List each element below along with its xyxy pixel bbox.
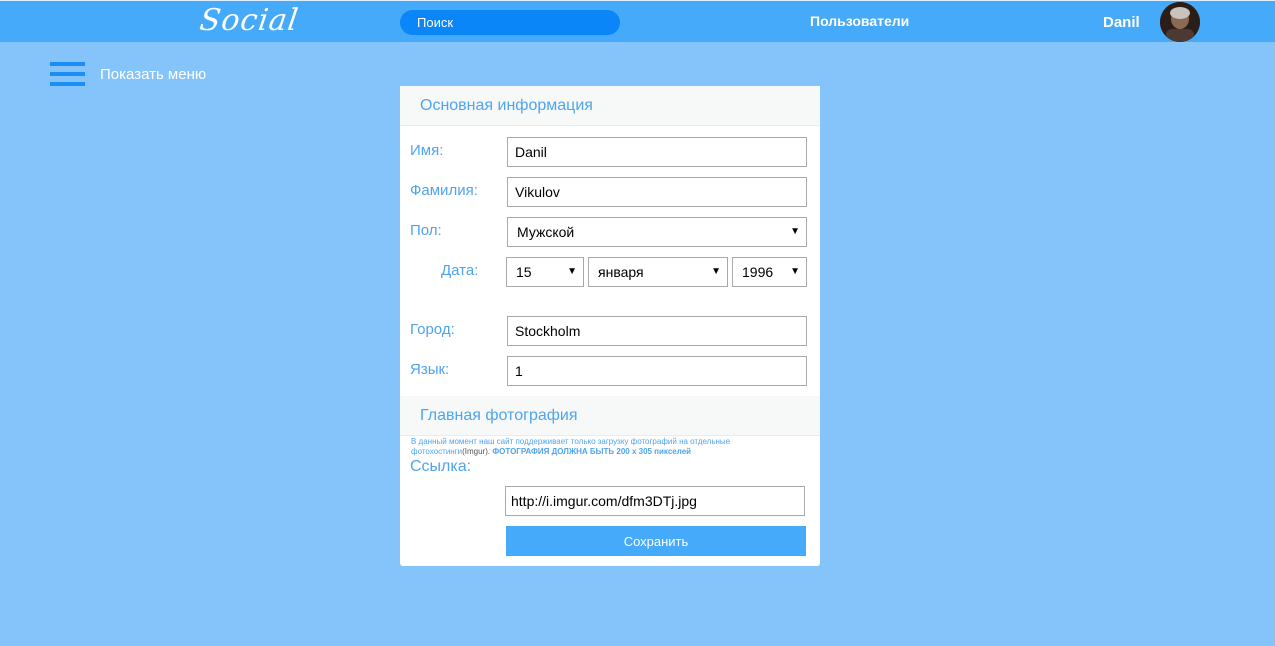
chevron-down-icon: ▼	[790, 266, 800, 277]
hamburger-icon[interactable]	[50, 61, 85, 87]
chevron-down-icon: ▼	[711, 266, 721, 277]
month-select[interactable]: января ▼	[588, 257, 728, 287]
photo-link-input[interactable]	[505, 486, 805, 516]
show-menu-label[interactable]: Показать меню	[100, 66, 206, 83]
logo[interactable]: Social	[198, 3, 301, 38]
photo-upload-note: В данный момент наш сайт поддерживает то…	[411, 437, 741, 457]
last-name-input[interactable]	[507, 177, 807, 207]
city-input[interactable]	[507, 316, 807, 346]
city-label: Город:	[410, 321, 455, 338]
top-navbar: Social Пользователи Danil	[0, 0, 1275, 42]
main-photo-header: Главная фотография	[400, 396, 820, 436]
avatar[interactable]	[1160, 2, 1200, 42]
link-label: Ссылка:	[410, 458, 472, 475]
day-select[interactable]: 15 ▼	[506, 257, 584, 287]
chevron-down-icon: ▼	[790, 226, 800, 237]
year-select[interactable]: 1996 ▼	[732, 257, 807, 287]
users-link[interactable]: Пользователи	[810, 13, 909, 29]
note-size-requirement: ФОТОГРАФИЯ ДОЛЖНА БЫТЬ 200 x 305 пикселе…	[492, 447, 692, 456]
profile-edit-card: Основная информация Имя: Фамилия: Пол: М…	[400, 86, 820, 566]
date-label: Дата:	[441, 262, 479, 279]
search-input[interactable]	[400, 10, 620, 35]
username[interactable]: Danil	[1103, 14, 1140, 31]
first-name-input[interactable]	[507, 137, 807, 167]
save-button[interactable]: Сохранить	[506, 526, 806, 556]
gender-select[interactable]: Мужской ▼	[507, 217, 807, 247]
gender-value: Мужской	[517, 224, 575, 240]
chevron-down-icon: ▼	[567, 266, 577, 277]
show-menu-button[interactable]: Показать меню	[50, 60, 206, 88]
day-value: 15	[516, 264, 532, 280]
note-host: (Imgur).	[462, 447, 491, 456]
language-label: Язык:	[410, 361, 450, 378]
year-value: 1996	[742, 264, 774, 280]
basic-info-header: Основная информация	[400, 86, 820, 126]
month-value: января	[598, 264, 644, 280]
first-name-label: Имя:	[410, 142, 444, 159]
language-input[interactable]	[507, 356, 807, 386]
last-name-label: Фамилия:	[410, 182, 478, 199]
gender-label: Пол:	[410, 222, 442, 239]
